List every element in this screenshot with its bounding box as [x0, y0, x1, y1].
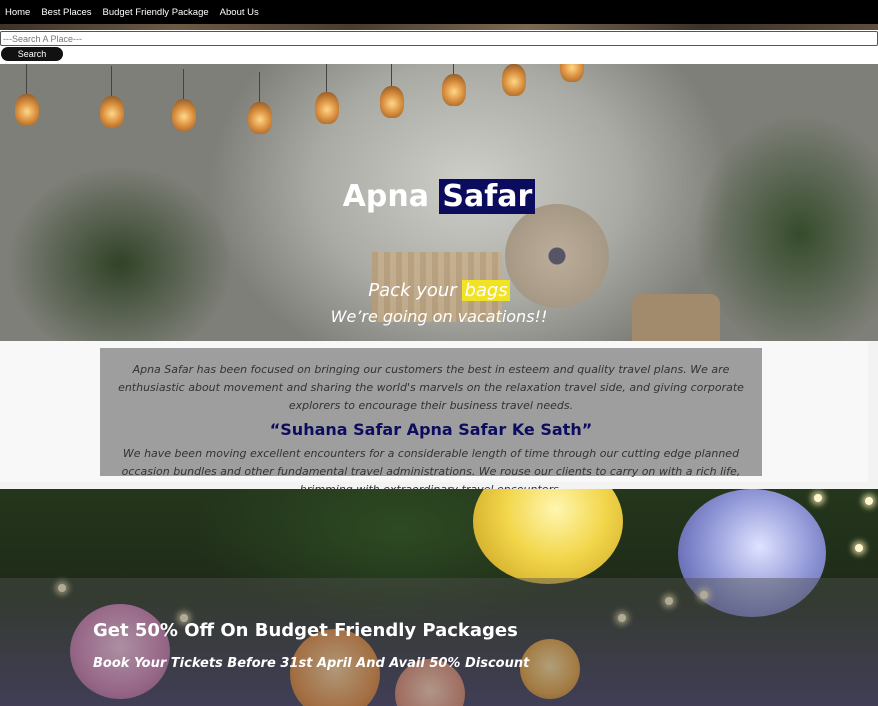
nav-home-link[interactable]: Home [5, 7, 30, 18]
offer-overlay-band [0, 578, 878, 706]
string-light-decoration [814, 494, 822, 502]
lantern-decoration [315, 64, 339, 124]
offer-banner: Get 50% Off On Budget Friendly Packages … [0, 489, 878, 706]
search-input[interactable] [0, 31, 878, 46]
offer-subtitle: Book Your Tickets Before 31st April And … [93, 656, 530, 671]
about-section: Apna Safar has been focused on bringing … [0, 341, 868, 496]
string-light-decoration [865, 497, 873, 505]
search-button[interactable]: Search [1, 47, 63, 61]
hero-title: Apna Safar [0, 179, 878, 214]
about-paragraph-1: Apna Safar has been focused on bringing … [118, 363, 744, 412]
hero-tagline-highlight: bags [462, 280, 510, 301]
nav-about-us-link[interactable]: About Us [220, 7, 259, 18]
top-navbar: Home Best Places Budget Friendly Package… [0, 0, 878, 24]
hero-title-highlight: Safar [439, 179, 536, 214]
lantern-decoration [502, 64, 526, 96]
string-light-decoration [855, 544, 863, 552]
about-box: Apna Safar has been focused on bringing … [100, 348, 762, 496]
lantern-decoration [380, 64, 404, 118]
lantern-decoration [100, 66, 124, 128]
about-quote: “Suhana Safar Apna Safar Ke Sath” [269, 420, 593, 439]
hero-banner: Apna Safar Pack your bags We’re going on… [0, 64, 878, 341]
hero-tagline-part1: Pack your [368, 280, 457, 301]
lantern-decoration [560, 64, 584, 82]
search-area: Search [0, 30, 878, 64]
hero-tagline: Pack your bags [0, 280, 878, 301]
hero-subtitle: We’re going on vacations!! [330, 307, 548, 326]
lantern-decoration [15, 64, 39, 126]
lantern-decoration [442, 64, 466, 106]
lantern-decoration [248, 72, 272, 134]
lantern-decoration [172, 69, 196, 131]
hero-title-part1: Apna [342, 179, 429, 214]
paper-lantern-decoration [473, 489, 623, 584]
nav-budget-package-link[interactable]: Budget Friendly Package [103, 7, 209, 18]
offer-title: Get 50% Off On Budget Friendly Packages [93, 620, 518, 641]
nav-best-places-link[interactable]: Best Places [41, 7, 91, 18]
